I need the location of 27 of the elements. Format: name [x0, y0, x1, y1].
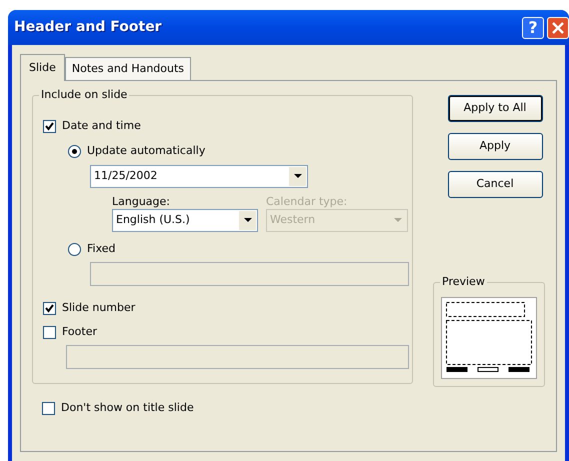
field-label: Calendar type: [266, 194, 348, 209]
checkbox[interactable] [43, 120, 56, 132]
input-field[interactable] [90, 262, 409, 286]
window-title: Header and Footer [14, 18, 162, 37]
checkbox[interactable] [43, 326, 56, 338]
dropdown[interactable]: 11/25/2002 [90, 165, 308, 188]
close-button[interactable] [547, 16, 569, 38]
radio-button[interactable] [68, 144, 81, 158]
field-label: Language: [112, 194, 171, 209]
dialog-button[interactable]: Apply to All [448, 95, 542, 122]
dialog-button[interactable]: Cancel [448, 171, 542, 198]
radio-label: Fixed [87, 240, 116, 257]
checkbox-label: Slide number [62, 300, 136, 316]
help-button[interactable]: ? [522, 16, 544, 38]
checkbox-label: Date and time [62, 118, 141, 134]
dialog-button[interactable]: Apply [448, 133, 542, 160]
radio-label: Update automatically [87, 142, 206, 159]
checkbox-label: Footer [62, 324, 97, 340]
tab[interactable]: Notes and Handouts [64, 56, 192, 80]
radio-button[interactable] [68, 242, 81, 256]
checkbox[interactable] [43, 302, 56, 314]
input-field[interactable] [66, 345, 409, 369]
checkbox-label: Don't show on title slide [61, 400, 194, 416]
checkbox[interactable] [42, 402, 55, 414]
tab[interactable]: Slide [20, 54, 65, 81]
close-icon [552, 22, 564, 34]
dropdown[interactable]: English (U.S.) [112, 209, 258, 232]
